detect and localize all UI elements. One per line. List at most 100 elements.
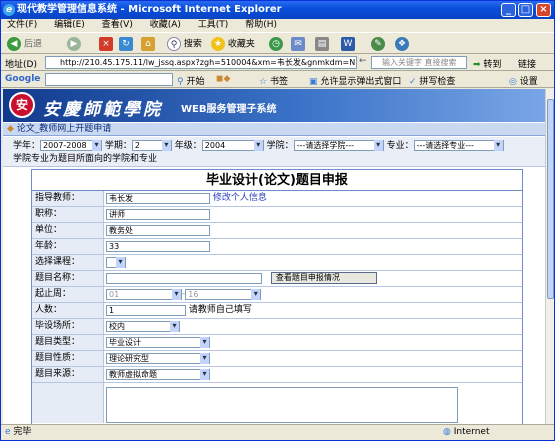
week-end-value: 16 <box>188 290 199 299</box>
vertical-scrollbar[interactable] <box>545 89 554 424</box>
mail-button[interactable]: ✉ <box>291 37 305 51</box>
site-banner: 安 安慶師範學院 WEB服务管理子系统 <box>3 89 545 122</box>
pagerank-icon[interactable]: ◼◆ <box>216 74 230 84</box>
spellcheck-label: 拼写检查 <box>419 77 456 87</box>
menu-view[interactable]: 查看(V) <box>102 20 133 30</box>
refresh-button[interactable]: ↻ <box>119 37 133 51</box>
print-button[interactable]: ▤ <box>315 37 329 51</box>
school-logo-icon: 安 <box>9 92 35 118</box>
place-value: 校内 <box>109 322 125 331</box>
close-button[interactable]: × <box>536 3 551 17</box>
bookmarks-button[interactable]: ☆ 书签 <box>259 74 288 87</box>
maximize-button[interactable]: □ <box>518 3 533 17</box>
settings-button[interactable]: ◎ 设置 <box>509 74 538 87</box>
week-start-select[interactable]: 01 <box>106 289 182 300</box>
count-input[interactable]: 1 <box>106 305 186 316</box>
google-search-input[interactable] <box>45 73 173 86</box>
ie-logo-icon: e <box>3 4 15 16</box>
messenger-button[interactable]: ✎ <box>371 37 385 51</box>
count-label: 人数： <box>32 303 104 318</box>
nature-select[interactable]: 理论研究型 <box>106 353 210 364</box>
college-select[interactable]: ---请选择学院--- <box>293 140 384 151</box>
menu-help[interactable]: 帮助(H) <box>245 20 277 30</box>
course-row: 选择课程： <box>32 255 522 271</box>
college-label: 学院： <box>266 141 294 151</box>
grade-select[interactable]: 2004 <box>201 140 264 151</box>
source-row: 题目来源： 教师虚拟命题 <box>32 367 522 383</box>
topic-row: 题目名称： 查看题目申报情况 <box>32 271 522 287</box>
menu-edit[interactable]: 编辑(E) <box>54 20 85 30</box>
go-arrow-icon: ➡ <box>473 60 481 70</box>
home-button[interactable]: ⌂ <box>141 37 155 51</box>
spellcheck-button[interactable]: ✓ 拼写检查 <box>409 74 455 87</box>
term-select[interactable]: 2 <box>131 140 172 151</box>
type-value: 毕业设计 <box>109 338 141 347</box>
count-hint: 请教师自己填写 <box>188 305 252 315</box>
google-search-button[interactable]: ⚲ 开始 <box>177 74 204 87</box>
star-icon: ★ <box>211 37 225 51</box>
go-button[interactable]: ➡ 转到 <box>473 57 501 70</box>
search-button[interactable]: ⚲ 搜索 <box>167 37 202 51</box>
topic-input[interactable] <box>106 273 262 284</box>
home-icon: ⌂ <box>141 37 155 51</box>
google-start-label: 开始 <box>186 77 205 87</box>
grade-value: 2004 <box>204 141 226 150</box>
age-label: 年龄： <box>32 239 104 254</box>
grade-label: 年级： <box>174 141 202 151</box>
description-row <box>32 383 522 423</box>
check-topics-button[interactable]: 查看题目申报情况 <box>270 271 377 284</box>
course-select[interactable] <box>106 257 126 268</box>
stop-icon: × <box>99 37 113 51</box>
search-label: 搜索 <box>183 39 202 50</box>
history-icon: ◷ <box>269 37 283 51</box>
menu-favorites[interactable]: 收藏(A) <box>150 20 181 30</box>
source-label: 题目来源： <box>32 367 104 382</box>
mail-icon: ✉ <box>291 37 305 51</box>
address-search-input[interactable]: 输入关键字 直接搜索 <box>371 56 467 69</box>
count-row: 人数： 1 请教师自己填写 <box>32 303 522 319</box>
year-select[interactable]: 2007-2008 <box>40 140 103 151</box>
research-button[interactable]: ❖ <box>395 37 409 51</box>
form-title: 毕业设计(论文)题目申报 <box>32 170 522 191</box>
school-name: 安慶師範學院 <box>43 100 163 120</box>
menu-file[interactable]: 文件(F) <box>7 20 37 30</box>
stop-button[interactable]: × <box>99 37 113 51</box>
source-value: 教师虚拟命题 <box>109 370 157 379</box>
description-textarea[interactable] <box>106 387 458 423</box>
back-label: 后退 <box>23 39 42 50</box>
place-label: 毕设场所： <box>32 319 104 334</box>
links-button[interactable]: 链接 <box>518 57 536 70</box>
week-end-select[interactable]: 16 <box>185 289 262 300</box>
spellcheck-icon: ✓ <box>409 77 417 87</box>
forward-button[interactable]: ▶ <box>67 37 81 51</box>
advisor-input[interactable]: 韦长发 <box>106 193 210 204</box>
title-rank-input[interactable]: 讲师 <box>106 209 210 220</box>
major-select[interactable]: ---请选择专业--- <box>413 140 504 151</box>
history-button[interactable]: ◷ <box>269 37 283 51</box>
type-select[interactable]: 毕业设计 <box>106 337 210 348</box>
menu-tools[interactable]: 工具(T) <box>198 20 229 30</box>
topic-form: 毕业设计(论文)题目申报 指导教师： 韦长发 修改个人信息 职称： 讲师 单位：… <box>31 169 523 424</box>
edit-button[interactable]: W <box>341 37 355 51</box>
edit-profile-link[interactable]: 修改个人信息 <box>213 193 267 203</box>
search-arrow-icon: ← <box>359 56 367 66</box>
back-button[interactable]: ◀ 后退 <box>7 37 42 51</box>
scrollbar-thumb[interactable] <box>547 99 554 299</box>
unit-input[interactable]: 教务处 <box>106 225 210 236</box>
printer-icon: ▤ <box>315 37 329 51</box>
google-search-icon: ⚲ <box>177 77 184 87</box>
source-select[interactable]: 教师虚拟命题 <box>106 369 210 380</box>
college-value: ---请选择学院--- <box>296 141 355 150</box>
topic-label: 题目名称： <box>32 271 104 286</box>
popup-blocker-button[interactable]: ▣ 允许显示弹出式窗口 <box>309 74 401 87</box>
description-label <box>32 383 104 423</box>
minimize-button[interactable]: _ <box>501 3 516 17</box>
window-title: 现代教学管理信息系统 - Microsoft Internet Explorer <box>17 4 282 15</box>
age-input[interactable]: 33 <box>106 241 210 252</box>
address-input[interactable]: http://210.45.175.11/lw_jssq.aspx?zgh=51… <box>45 56 357 69</box>
year-value: 2007-2008 <box>43 141 87 150</box>
place-select[interactable]: 校内 <box>106 321 180 332</box>
status-bar: e 完毕 ◍ Internet <box>1 424 554 440</box>
favorites-button[interactable]: ★ 收藏夹 <box>211 37 255 51</box>
filter-bar: 学年：2007-2008 学期：2 年级：2004 学院：---请选择学院---… <box>3 137 545 167</box>
